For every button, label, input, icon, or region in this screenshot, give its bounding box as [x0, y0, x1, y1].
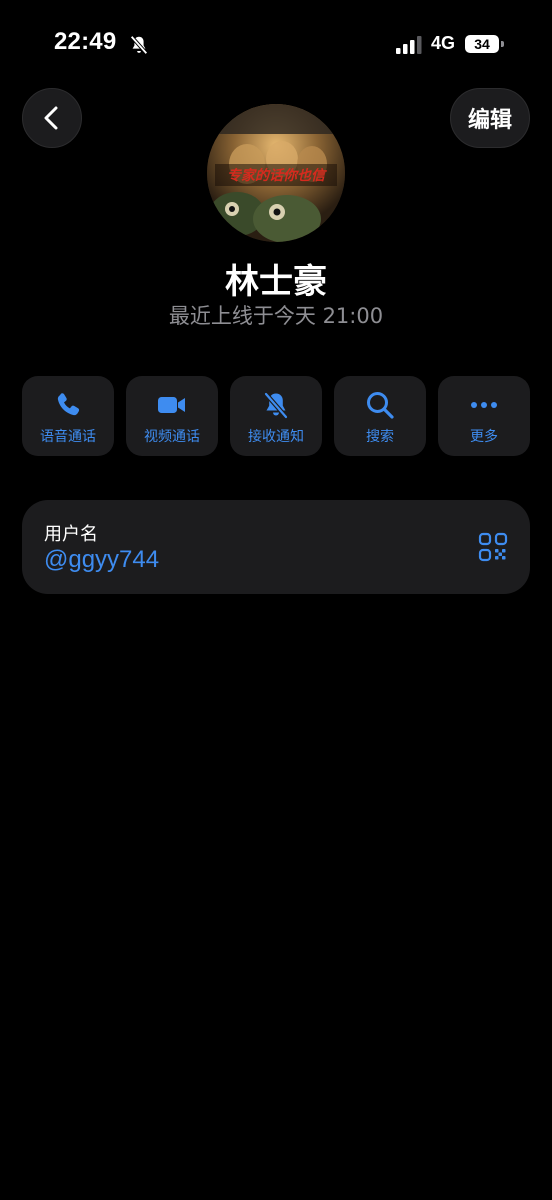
more-label: 更多 [470, 429, 498, 445]
more-button[interactable]: 更多 [438, 376, 530, 456]
action-row: 语音通话 视频通话 接收通知 搜索 更多 [22, 376, 530, 456]
edit-button[interactable]: 编辑 [450, 88, 530, 148]
back-button[interactable] [22, 88, 82, 148]
voice-call-label: 语音通话 [40, 429, 96, 445]
battery-level: 34 [474, 36, 490, 52]
notifications-button[interactable]: 接收通知 [230, 376, 322, 456]
video-call-button[interactable]: 视频通话 [126, 376, 218, 456]
notifications-label: 接收通知 [248, 429, 304, 445]
more-dots-icon [471, 402, 497, 408]
phone-icon [57, 393, 80, 416]
search-button[interactable]: 搜索 [334, 376, 426, 456]
battery-cap [501, 41, 504, 47]
chevron-left-icon [44, 106, 58, 130]
username-title: 用户名 [44, 524, 98, 545]
bell-slash-icon [130, 35, 148, 55]
status-bar: 22:49 4G 34 [0, 0, 552, 90]
qr-code-icon[interactable] [478, 532, 508, 562]
avatar-image: 专家的话你也信 [207, 104, 345, 242]
search-icon [367, 392, 394, 419]
video-camera-icon [158, 397, 185, 413]
bell-slash-icon [264, 392, 288, 419]
last-seen-status: 最近上线于今天 21:00 [168, 304, 384, 328]
status-time: 22:49 [54, 28, 117, 55]
avatar-caption: 专家的话你也信 [227, 167, 327, 184]
avatar[interactable]: 专家的话你也信 [207, 104, 345, 242]
battery-icon: 34 [465, 35, 499, 53]
video-call-label: 视频通话 [144, 429, 200, 445]
username-value[interactable]: @ggyy744 [44, 546, 159, 574]
signal-bars-icon [396, 36, 422, 54]
profile-name: 林士豪 [225, 262, 327, 302]
username-card: 用户名 @ggyy744 [22, 500, 530, 594]
network-type: 4G [431, 33, 456, 53]
search-label: 搜索 [366, 429, 394, 445]
voice-call-button[interactable]: 语音通话 [22, 376, 114, 456]
